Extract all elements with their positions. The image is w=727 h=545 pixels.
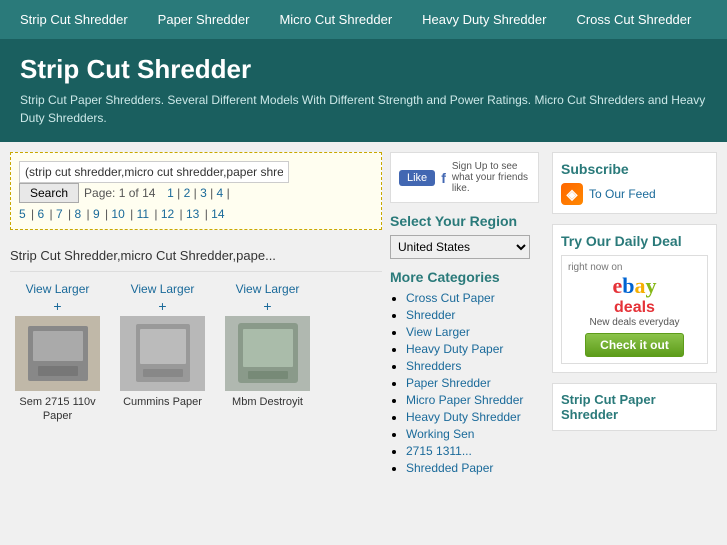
categories-list: Cross Cut Paper Shredder View Larger Hea… — [390, 291, 539, 475]
list-item: Shredded Paper — [406, 461, 539, 475]
region-title: Select Your Region — [390, 213, 539, 229]
nav-micro-cut[interactable]: Micro Cut Shredder — [279, 12, 392, 27]
view-larger-2[interactable]: View Larger — [220, 282, 315, 296]
list-item: 2715 1311... — [406, 444, 539, 458]
product-name-1: Cummins Paper — [115, 395, 210, 409]
feed-link[interactable]: To Our Feed — [589, 187, 656, 201]
query-title: Strip Cut Shredder,micro Cut Shredder,pa… — [10, 240, 382, 272]
product-grid: View Larger + Sem 2715 110v Paper View L… — [10, 282, 382, 424]
list-item: Shredder — [406, 308, 539, 322]
header-description: Strip Cut Paper Shredders. Several Diffe… — [20, 91, 707, 127]
deals-text: deals — [568, 299, 701, 317]
deal-box: right now on ebay deals New deals everyd… — [561, 255, 708, 364]
search-button[interactable]: Search — [19, 183, 79, 203]
plus-icon-2: + — [220, 298, 315, 314]
site-header: Strip Cut Shredder Strip Cut Paper Shred… — [0, 39, 727, 142]
product-image-2 — [225, 316, 310, 391]
subscribe-title: Subscribe — [561, 161, 708, 177]
list-item: Cross Cut Paper — [406, 291, 539, 305]
page-info: Page: 1 of 14 — [84, 186, 155, 200]
nav-paper-shredder[interactable]: Paper Shredder — [158, 12, 250, 27]
nav-heavy-duty[interactable]: Heavy Duty Shredder — [422, 12, 546, 27]
list-item: Paper Shredder — [406, 376, 539, 390]
region-select[interactable]: United States United Kingdom Canada Aust… — [390, 235, 530, 259]
top-navigation: Strip Cut Shredder Paper Shredder Micro … — [0, 0, 727, 39]
plus-icon-0: + — [10, 298, 105, 314]
right-now-text: right now on — [568, 262, 701, 273]
page-links-1: 1 | 2 | 3 | 4 | — [160, 186, 229, 200]
list-item: Working Sen — [406, 427, 539, 441]
product-item-0: View Larger + Sem 2715 110v Paper — [10, 282, 105, 424]
product-item-1: View Larger + Cummins Paper — [115, 282, 210, 424]
page-links-2: 5 | 6 | 7 | 8 | 9 | 10 | 11 | 12 | 13 | … — [19, 207, 373, 221]
ebay-logo: ebay — [568, 273, 701, 299]
categories-title: More Categories — [390, 269, 539, 285]
page-title: Strip Cut Shredder — [20, 54, 707, 85]
list-item: View Larger — [406, 325, 539, 339]
product-name-2: Mbm Destroyit — [220, 395, 315, 409]
fb-like-button[interactable]: Like — [399, 170, 435, 186]
product-image-0 — [15, 316, 100, 391]
facebook-box: Like f Sign Up to see what your friends … — [390, 152, 539, 203]
nav-strip-cut[interactable]: Strip Cut Shredder — [20, 12, 128, 27]
right-column: Subscribe ◈ To Our Feed Try Our Daily De… — [547, 152, 717, 478]
rss-icon: ◈ — [561, 183, 583, 205]
feed-item: ◈ To Our Feed — [561, 183, 708, 205]
fb-signup-text: Sign Up to see what your friends like. — [452, 161, 530, 194]
categories-section: More Categories Cross Cut Paper Shredder… — [390, 269, 539, 475]
daily-deal-title: Try Our Daily Deal — [561, 233, 708, 249]
product-name-0: Sem 2715 110v Paper — [10, 395, 105, 424]
list-item: Micro Paper Shredder — [406, 393, 539, 407]
left-column: Search Page: 1 of 14 1 | 2 | 3 | 4 | 5 |… — [10, 152, 382, 478]
middle-column: Like f Sign Up to see what your friends … — [382, 152, 547, 478]
search-input[interactable] — [19, 161, 289, 183]
search-section: Search Page: 1 of 14 1 | 2 | 3 | 4 | 5 |… — [10, 152, 382, 230]
view-larger-0[interactable]: View Larger — [10, 282, 105, 296]
strip-cut-title: Strip Cut Paper Shredder — [561, 392, 708, 422]
nav-cross-cut[interactable]: Cross Cut Shredder — [576, 12, 691, 27]
region-section: Select Your Region United States United … — [390, 213, 539, 259]
daily-deal-section: Try Our Daily Deal right now on ebay dea… — [552, 224, 717, 373]
list-item: Heavy Duty Paper — [406, 342, 539, 356]
plus-icon-1: + — [115, 298, 210, 314]
view-larger-1[interactable]: View Larger — [115, 282, 210, 296]
subscribe-section: Subscribe ◈ To Our Feed — [552, 152, 717, 214]
product-item-2: View Larger + Mbm Destroyit — [220, 282, 315, 424]
list-item: Heavy Duty Shredder — [406, 410, 539, 424]
list-item: Shredders — [406, 359, 539, 373]
product-image-1 — [120, 316, 205, 391]
new-deals-text: New deals everyday — [568, 317, 701, 328]
fb-icon: f — [441, 170, 446, 186]
strip-cut-section: Strip Cut Paper Shredder — [552, 383, 717, 431]
main-content: Search Page: 1 of 14 1 | 2 | 3 | 4 | 5 |… — [0, 142, 727, 488]
check-button[interactable]: Check it out — [585, 333, 684, 357]
